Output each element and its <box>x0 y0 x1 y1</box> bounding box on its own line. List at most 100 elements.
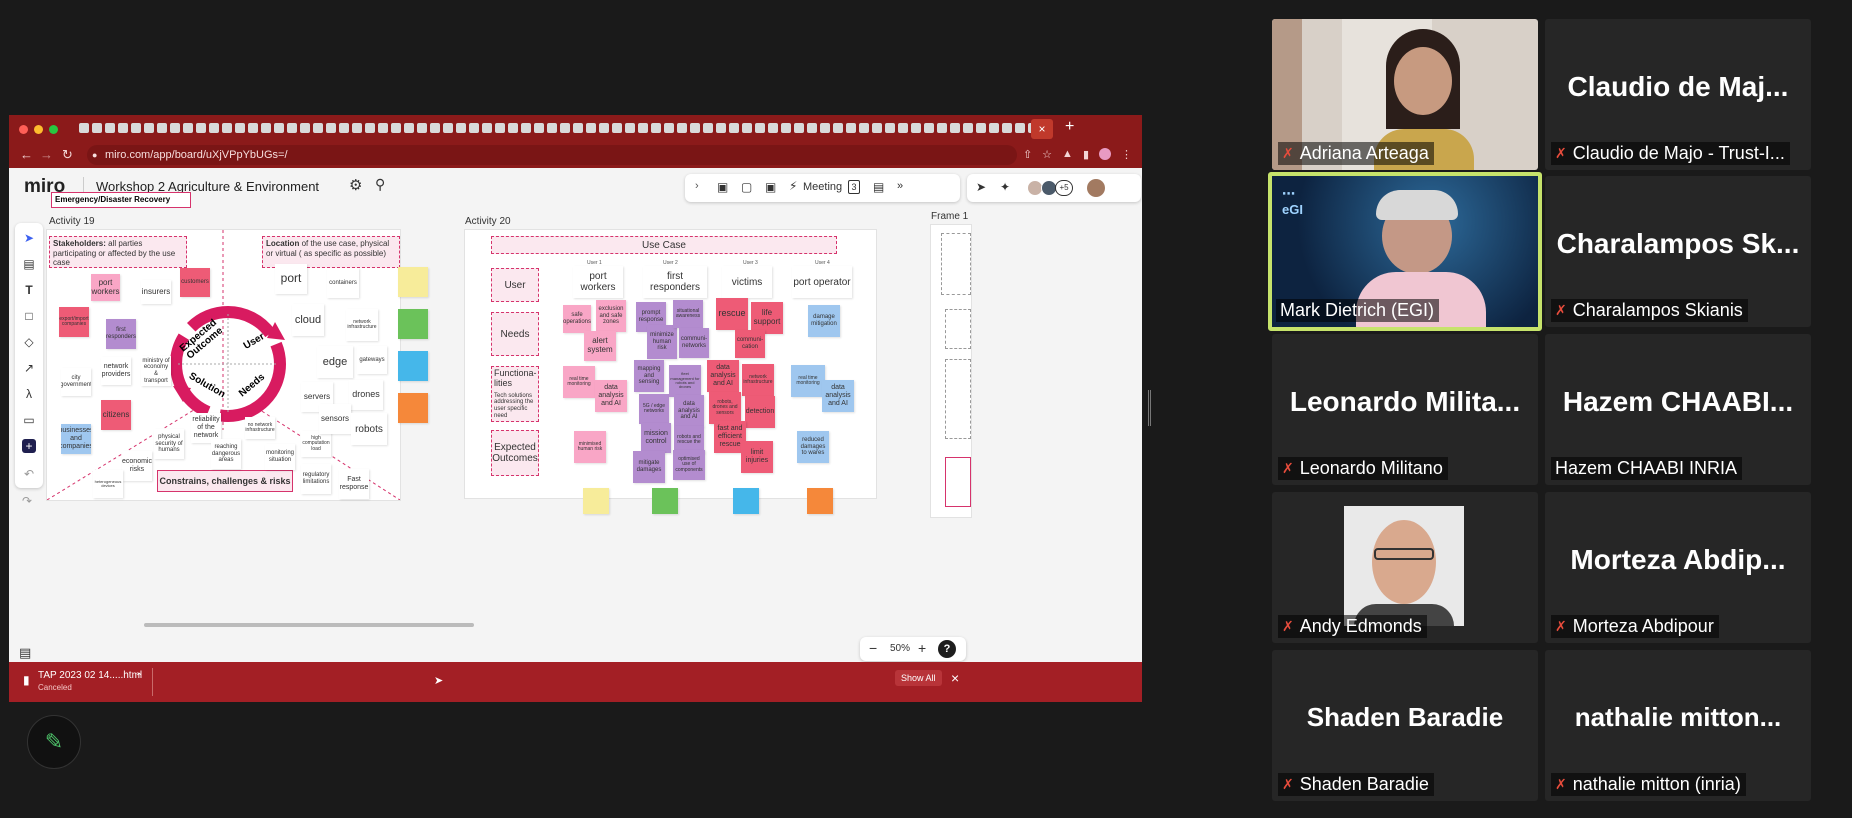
search-icon[interactable]: ⚲ <box>375 176 385 193</box>
notes-icon[interactable]: ▤ <box>873 180 884 194</box>
sticky-note[interactable]: regulatory limitations <box>301 464 331 494</box>
url-field[interactable]: ● miro.com/app/board/uXjVPpYbUGs=/ <box>87 145 1017 165</box>
sticky-note[interactable]: exclusion and safe zones <box>596 300 626 332</box>
close-download-bar-button[interactable]: × <box>951 670 959 686</box>
maximize-window-dot[interactable] <box>49 125 58 134</box>
horizontal-scrollbar[interactable] <box>144 623 474 627</box>
sticky-note[interactable] <box>652 488 678 514</box>
lightning-icon[interactable]: ⚡ <box>789 179 797 193</box>
participant-tile[interactable]: Shaden Baradie ✗ Shaden Baradie <box>1272 650 1538 801</box>
sticky-note[interactable]: port workers <box>91 274 120 301</box>
sticky-note[interactable] <box>398 267 428 297</box>
use-case-wheel[interactable] <box>165 302 291 426</box>
participant-tile[interactable]: Morteza Abdip... ✗ Morteza Abdipour <box>1545 492 1811 643</box>
sticky-note[interactable] <box>733 488 759 514</box>
participant-tile[interactable]: Charalampos Sk... ✗ Charalampos Skianis <box>1545 176 1811 327</box>
sticky-note[interactable]: physical security of humans <box>154 429 184 459</box>
sticky-note[interactable]: businesses and companies <box>61 424 91 454</box>
sticky-note[interactable]: communi-cation <box>735 330 765 358</box>
sticky-note[interactable] <box>583 488 609 514</box>
sticky-note[interactable]: city government <box>61 368 91 396</box>
sticky-note[interactable]: robots <box>351 413 387 445</box>
sticky-note[interactable]: mission control <box>641 423 671 453</box>
sticky-note-icon[interactable]: □ <box>22 309 36 323</box>
sticky-note[interactable]: reaching dangerous areas <box>211 439 241 469</box>
extensions-icon[interactable]: ▲ <box>1062 148 1073 161</box>
reactions-icon[interactable]: ✦ <box>1000 180 1010 194</box>
more-menu-icon[interactable]: ⋮ <box>1121 148 1132 161</box>
sticky-note[interactable]: edge <box>317 346 353 378</box>
frame-1[interactable] <box>931 225 971 517</box>
sticky-note[interactable]: export/import companies <box>59 307 89 337</box>
bookmark-star-icon[interactable]: ☆ <box>1042 148 1052 161</box>
sticky-note[interactable]: port <box>275 264 307 294</box>
sticky-note[interactable]: data analysis and AI <box>595 380 627 412</box>
participant-tile[interactable]: Hazem CHAABI... Hazem CHAABI INRIA <box>1545 334 1811 485</box>
sticky-note[interactable]: optimised use of components <box>673 450 705 480</box>
frames-icon[interactable]: ▣ <box>717 180 728 194</box>
sticky-note[interactable]: first responders <box>106 319 136 349</box>
participant-tile[interactable]: nathalie mitton... ✗ nathalie mitton (inr… <box>1545 650 1811 801</box>
sticky-note[interactable]: communi-networks <box>679 328 709 358</box>
participant-tile[interactable]: ✗ Andy Edmonds <box>1272 492 1538 643</box>
settings-gear-icon[interactable]: ⚙ <box>349 176 362 194</box>
sticky-note[interactable]: alert system <box>584 331 616 361</box>
cursor-icon[interactable]: ➤ <box>976 180 986 194</box>
user-avatar[interactable] <box>1087 179 1105 197</box>
back-icon[interactable]: ← <box>20 147 33 162</box>
zoom-out-button[interactable]: − <box>869 640 877 656</box>
sticky-note[interactable]: heterogeneous devices <box>93 470 123 498</box>
sticky-note[interactable]: sensors <box>319 404 351 434</box>
sticky-note[interactable]: cloud <box>292 304 324 336</box>
help-button[interactable]: ? <box>938 640 956 658</box>
sticky-note[interactable] <box>398 309 428 339</box>
sticky-note[interactable]: minimised human risk <box>574 431 606 463</box>
sticky-note[interactable]: reduced damages to wares <box>797 431 829 463</box>
minimize-window-dot[interactable] <box>34 125 43 134</box>
sticky-note[interactable] <box>398 393 428 423</box>
sticky-note[interactable]: fleet management for robots and drones <box>669 365 701 397</box>
sticky-note[interactable]: data analysis and AI <box>674 395 704 427</box>
sticky-note[interactable]: no network infrastructure <box>245 417 275 439</box>
select-cursor-icon[interactable]: ➤ <box>22 231 36 245</box>
sticky-note[interactable]: network infrastructure <box>742 364 774 396</box>
new-tab-button[interactable]: + <box>1065 118 1074 136</box>
comment-icon[interactable]: ▭ <box>22 413 36 427</box>
annotate-button[interactable]: ✎ <box>27 715 81 769</box>
participant-tile[interactable]: ✗ Adriana Arteaga <box>1272 19 1538 170</box>
sticky-note[interactable]: monitoring situation <box>265 444 295 470</box>
templates-icon[interactable]: ▤ <box>22 257 36 271</box>
reload-icon[interactable]: ↻ <box>62 147 73 163</box>
column-header-note[interactable]: port operator <box>792 266 852 298</box>
sticky-note[interactable]: damage mitigation <box>808 305 840 337</box>
more-tools-chevron-icon[interactable]: » <box>897 180 903 192</box>
sticky-note[interactable]: mitigate damages <box>633 451 665 483</box>
pinned-tabs[interactable] <box>79 123 1039 135</box>
sticky-note[interactable]: data analysis and AI <box>707 360 739 392</box>
screenshot-icon[interactable]: ▢ <box>741 180 752 194</box>
redo-icon[interactable]: ↷ <box>22 494 32 508</box>
sticky-note[interactable]: ministry of economy & transport <box>141 356 171 386</box>
zoom-in-button[interactable]: + <box>918 640 926 656</box>
tab-close-button[interactable]: × <box>1031 119 1053 139</box>
participant-tile-active-speaker[interactable]: ⋯ eGI Mark Dietrich (EGI) <box>1268 172 1542 331</box>
chevron-right-icon[interactable]: › <box>695 180 699 192</box>
column-header-note[interactable]: port workers <box>573 266 623 298</box>
sticky-note[interactable]: customers <box>180 268 210 297</box>
present-icon[interactable]: ▣ <box>765 180 776 194</box>
undo-icon[interactable]: ↶ <box>22 467 36 481</box>
sticky-note[interactable]: mapping and sensing <box>634 360 664 392</box>
chevron-up-icon[interactable]: ⌃ <box>135 672 143 683</box>
share-icon[interactable]: ⇧ <box>1023 148 1032 161</box>
sticky-note[interactable]: drones <box>349 380 383 410</box>
forward-icon[interactable]: → <box>40 147 53 162</box>
sticky-note[interactable] <box>398 351 428 381</box>
sticky-note[interactable]: robots, drones and sensors <box>709 392 741 424</box>
zoom-level[interactable]: 50% <box>890 643 910 654</box>
sticky-note[interactable]: network infrastructure <box>346 309 378 341</box>
sticky-note[interactable]: real time monitoring <box>791 365 825 397</box>
frame-1-label[interactable]: Frame 1 <box>931 211 968 222</box>
sticky-note[interactable]: situational awareness <box>673 300 703 328</box>
close-window-dot[interactable] <box>19 125 28 134</box>
sticky-note[interactable] <box>807 488 833 514</box>
